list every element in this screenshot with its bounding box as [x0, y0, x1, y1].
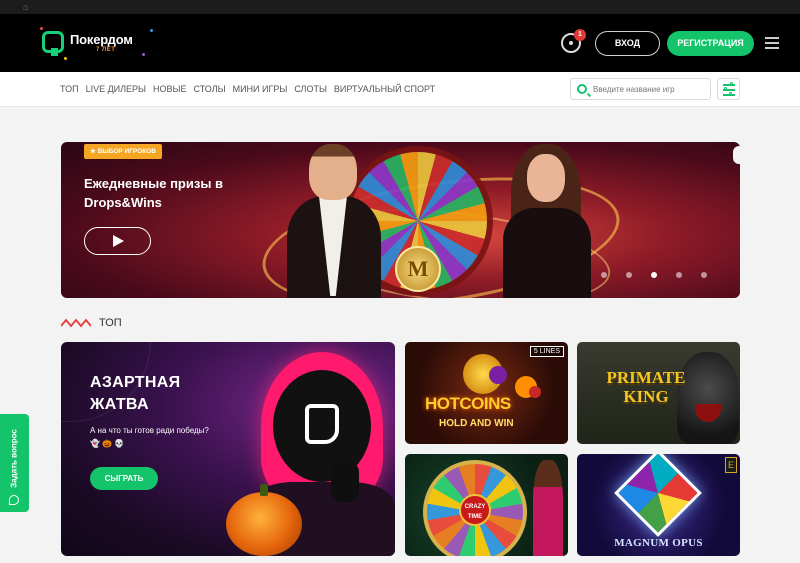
halloween-promo-card[interactable]: АЗАРТНАЯ ЖАТВА А на что ты готов ради по…: [61, 342, 395, 556]
ask-question-tab[interactable]: Задать вопрос: [0, 414, 29, 512]
logo-mark-icon: [42, 31, 64, 56]
pokerdom-symbol-icon: [305, 404, 339, 444]
logo-line: CRAZY: [464, 504, 486, 510]
game-title-line: KING: [623, 387, 669, 406]
logo[interactable]: Покердом 7 ЛЕТ: [38, 23, 162, 63]
site-header: Покердом 7 ЛЕТ 1 ВХОД РЕГИСТРАЦИЯ: [0, 14, 800, 72]
ask-question-label: Задать вопрос: [9, 429, 19, 488]
crazy-time-logo: CRAZY TIME: [459, 494, 491, 526]
game-title: PRIMATE KING: [591, 368, 701, 406]
notifications-icon[interactable]: 1: [561, 29, 586, 53]
notification-badge: 1: [574, 29, 586, 41]
section-header: ТОП: [61, 315, 122, 331]
carousel-dot[interactable]: [626, 272, 632, 278]
provider-badge: E: [725, 457, 737, 473]
hand-image: [331, 462, 359, 502]
promo-title: АЗАРТНАЯ ЖАТВА: [90, 372, 220, 416]
zigzag-icon: [61, 318, 91, 328]
dealer-man-image: [279, 144, 389, 298]
players-choice-badge: ★ ВЫБОР ИГРОКОВ: [84, 144, 162, 159]
confetti-icon: [40, 27, 43, 30]
browser-top-strip: ⌂: [0, 0, 800, 14]
search-input[interactable]: [593, 81, 708, 97]
tab-virtual-sport[interactable]: ВИРТУАЛЬНЫЙ СПОРТ: [334, 84, 435, 94]
game-tile-hotcoins[interactable]: 5 LINES HOTCOINS HOLD AND WIN: [405, 342, 568, 444]
play-now-button[interactable]: СЫГРАТЬ: [90, 467, 158, 490]
promo-banner[interactable]: M ★ ВЫБОР ИГРОКОВ Ежедневные призы в Dro…: [61, 142, 740, 298]
menu-icon[interactable]: [765, 36, 779, 50]
host-image: [533, 460, 563, 556]
search-icon: [577, 84, 587, 94]
logo-name: Покердом: [70, 32, 133, 47]
game-tile-magnum-opus[interactable]: E MAGNUM OPUS: [577, 454, 740, 556]
tab-live-dealers[interactable]: LIVE ДИЛЕРЫ: [86, 84, 146, 94]
category-nav: ТОП LIVE ДИЛЕРЫ НОВЫЕ СТОЛЫ МИНИ ИГРЫ СЛ…: [0, 72, 800, 107]
carousel-dot[interactable]: [601, 272, 607, 278]
promo-title-line: АЗАРТНАЯ: [90, 374, 181, 391]
game-title: HOTCOINS: [425, 394, 511, 413]
tab-new[interactable]: НОВЫЕ: [153, 84, 186, 94]
logo-line: TIME: [467, 514, 483, 520]
lines-badge: 5 LINES: [529, 346, 564, 357]
login-button[interactable]: ВХОД: [595, 31, 660, 56]
game-subtitle: HOLD AND WIN: [439, 418, 514, 429]
tab-slots[interactable]: СЛОТЫ: [294, 84, 327, 94]
gem-image: [614, 454, 702, 537]
carousel-dot-active[interactable]: [651, 272, 657, 278]
banner-title-line: Ежедневные призы в: [84, 176, 224, 191]
logo-anniversary: 7 ЛЕТ: [96, 47, 116, 53]
tab-tables[interactable]: СТОЛЫ: [194, 84, 226, 94]
dealer-woman-image: [497, 144, 597, 298]
game-tile-crazy-time[interactable]: CRAZY TIME: [405, 454, 568, 556]
pumpkin-image: [226, 484, 302, 556]
home-icon[interactable]: ⌂: [23, 2, 33, 12]
wheel-logo: M: [395, 246, 441, 292]
game-title-line: PRIMATE: [606, 368, 686, 387]
promo-text: А на что ты готов ради победы? 👻 🎃 💀: [90, 426, 209, 448]
confetti-icon: [142, 53, 145, 56]
grapes-image: [489, 366, 507, 384]
category-tabs: ТОП LIVE ДИЛЕРЫ НОВЫЕ СТОЛЫ МИНИ ИГРЫ СЛ…: [60, 84, 435, 94]
game-title: MAGNUM OPUS: [614, 537, 703, 549]
tab-top[interactable]: ТОП: [60, 84, 79, 94]
chat-icon: [9, 495, 19, 505]
tab-mini-games[interactable]: МИНИ ИГРЫ: [233, 84, 288, 94]
carousel-next-arrow[interactable]: [733, 146, 740, 164]
confetti-icon: [150, 29, 153, 32]
filter-button[interactable]: [717, 78, 740, 100]
cherry-image: [529, 386, 541, 398]
search-box: [570, 78, 711, 100]
register-button[interactable]: РЕГИСТРАЦИЯ: [667, 31, 754, 56]
confetti-icon: [64, 57, 67, 60]
section-title: ТОП: [99, 317, 122, 329]
carousel-dots: [601, 272, 707, 278]
promo-title-line: ЖАТВА: [90, 396, 149, 413]
carousel-dot[interactable]: [676, 272, 682, 278]
play-button[interactable]: [84, 227, 151, 255]
carousel-dot[interactable]: [701, 272, 707, 278]
banner-title-line: Drops&Wins: [84, 195, 162, 210]
banner-title: Ежедневные призы в Drops&Wins: [84, 174, 264, 212]
game-tile-primate-king[interactable]: PRIMATE KING: [577, 342, 740, 444]
